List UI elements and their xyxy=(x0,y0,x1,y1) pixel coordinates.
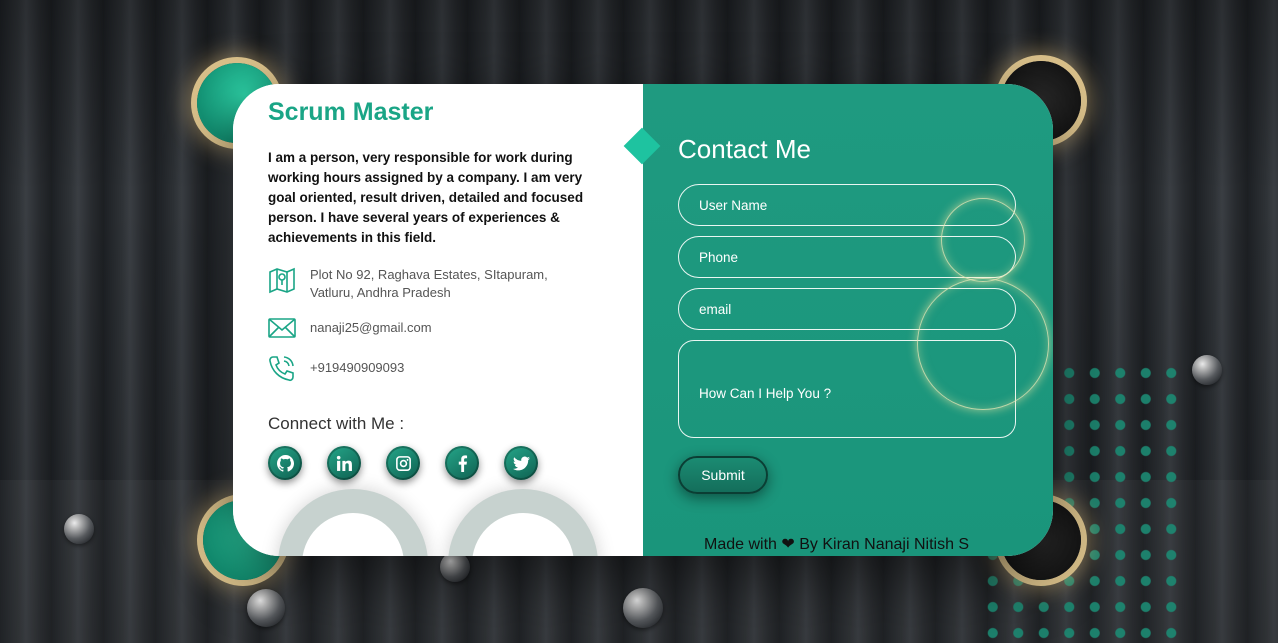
email-text: nanaji25@gmail.com xyxy=(310,320,432,335)
facebook-icon[interactable] xyxy=(445,446,479,480)
profile-card: Scrum Master I am a person, very respons… xyxy=(233,84,1053,556)
decor-glow-ring xyxy=(941,198,1025,282)
social-links xyxy=(268,446,563,480)
decor-glow-ring xyxy=(917,278,1049,410)
info-panel: Scrum Master I am a person, very respons… xyxy=(233,84,643,556)
profile-about: I am a person, very responsible for work… xyxy=(268,150,584,245)
decor-ring xyxy=(448,489,598,556)
map-icon xyxy=(268,266,296,294)
footer-prefix: Made with xyxy=(704,536,777,553)
phone-icon xyxy=(268,354,296,382)
decor-bubble xyxy=(623,588,663,628)
decor-bubble xyxy=(64,514,94,544)
footer-suffix: By Kiran Nanaji Nitish S xyxy=(799,536,970,553)
heart-icon: ❤ xyxy=(781,536,795,553)
address-text: Plot No 92, Raghava Estates, SItapuram, … xyxy=(310,267,548,300)
contact-title: Contact Me xyxy=(678,134,811,164)
connect-label: Connect with Me : xyxy=(268,414,405,433)
decor-ring xyxy=(278,489,428,556)
linkedin-icon[interactable] xyxy=(327,446,361,480)
email-row: nanaji25@gmail.com xyxy=(268,314,580,342)
submit-button[interactable]: Submit xyxy=(678,456,768,494)
github-icon[interactable] xyxy=(268,446,302,480)
twitter-icon[interactable] xyxy=(504,446,538,480)
instagram-icon[interactable] xyxy=(386,446,420,480)
mail-icon xyxy=(268,314,296,342)
contact-panel: Contact Me Submit Made with ❤ By Kiran N… xyxy=(643,84,1053,556)
footer-credit: Made with ❤ By Kiran Nanaji Nitish S xyxy=(704,534,969,554)
phone-text: +919490909093 xyxy=(310,360,405,375)
decor-bubble xyxy=(247,589,285,627)
profile-title: Scrum Master xyxy=(268,98,434,126)
phone-row: +919490909093 xyxy=(268,354,580,382)
decor-bubble xyxy=(1192,355,1222,385)
decor-bubble xyxy=(440,552,470,582)
address-row: Plot No 92, Raghava Estates, SItapuram, … xyxy=(268,266,580,302)
